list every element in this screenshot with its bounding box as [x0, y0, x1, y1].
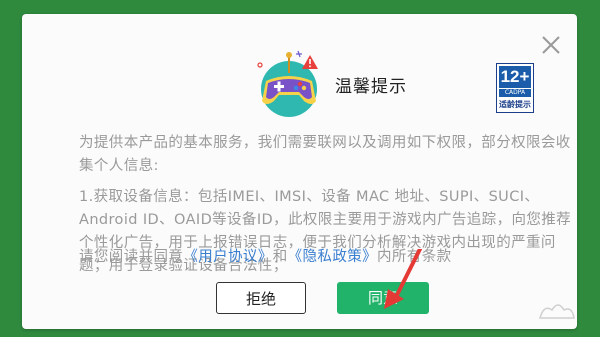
consent-and: 和	[272, 249, 288, 265]
red-arrow-annotation	[384, 249, 422, 309]
watermark-icon	[539, 304, 575, 319]
dialog-title: 温馨提示	[335, 77, 407, 97]
consent-paragraph: 请您阅读并同意《用户协议》和《隐私政策》内所有条款	[79, 246, 574, 269]
age-rating-value: 12+	[499, 66, 531, 88]
user-agreement-link[interactable]: 《用户协议》	[183, 249, 272, 265]
close-icon[interactable]	[540, 34, 562, 56]
gamepad-icon	[257, 50, 318, 117]
age-rating-badge: 12+ CADPA 适龄提示	[496, 63, 534, 113]
age-rating-label: 适龄提示	[499, 100, 531, 109]
reject-button[interactable]: 拒绝	[216, 282, 306, 314]
privacy-policy-link[interactable]: 《隐私政策》	[288, 249, 377, 265]
intro-paragraph: 为提供本产品的基本服务，我们需要联网以及调用如下权限，部分权限会收集个人信息:	[79, 135, 571, 174]
consent-prefix: 请您阅读并同意	[79, 249, 184, 265]
age-rating-org: CADPA	[499, 89, 531, 97]
permission-dialog: 温馨提示 12+ CADPA 适龄提示 为提供本产品的基本服务，我们需要联网以及…	[22, 14, 577, 329]
